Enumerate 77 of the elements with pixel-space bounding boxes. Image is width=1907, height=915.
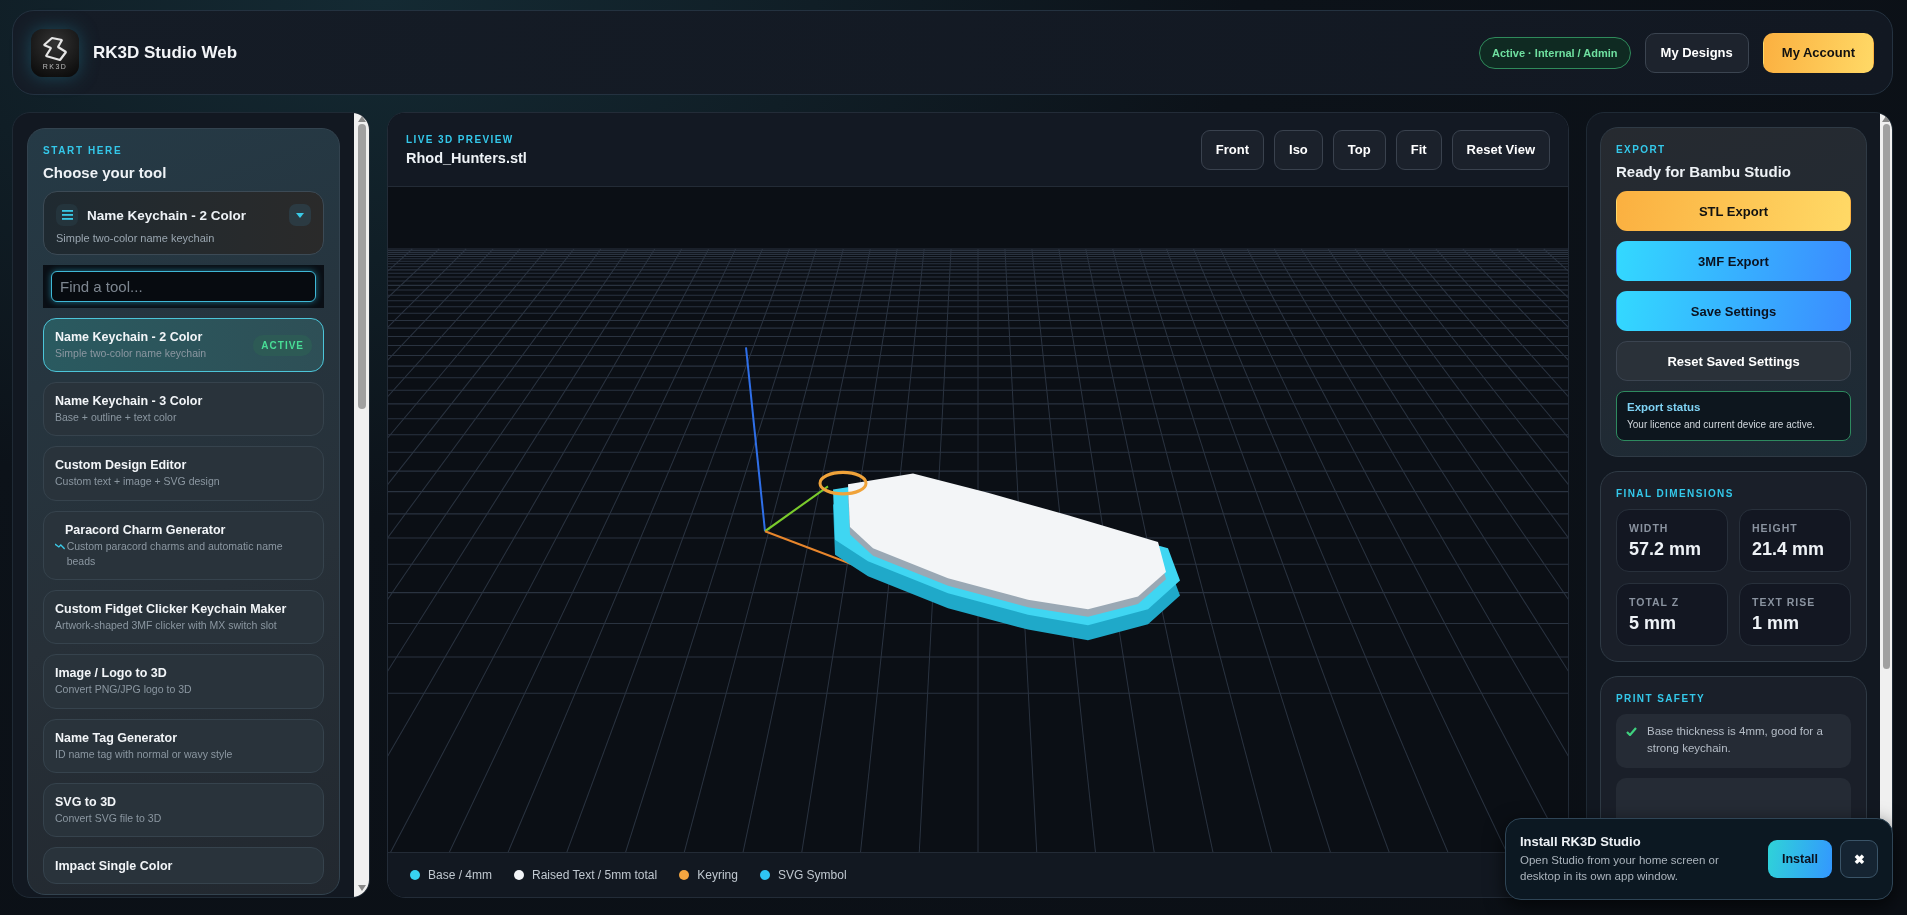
- tool-item[interactable]: Name Keychain - 3 Color Base + outline + text color: [43, 382, 324, 437]
- install-title: Install RK3D Studio: [1520, 834, 1642, 849]
- tool-item[interactable]: Custom Fidget Clicker Keychain Maker Artwork-shaped 3MF clicker with MX switch slot: [43, 590, 324, 645]
- designs-button[interactable]: My Designs: [1644, 32, 1749, 73]
- tool-item[interactable]: Impact Single Color: [43, 846, 324, 884]
- tool-description: Simple two-color name keychain: [55, 346, 208, 361]
- stat-value: 57.2 mm: [1629, 539, 1703, 560]
- selected-tool-description: Simple two-color name keychain: [56, 232, 216, 244]
- tool-name: SVG to 3D: [55, 794, 118, 809]
- export-button[interactable]: 3MF Export: [1616, 241, 1851, 281]
- tool-name: Name Tag Generator: [55, 730, 179, 745]
- tool-description: Convert PNG/JPG logo to 3D: [55, 682, 193, 698]
- section-title: Choose your tool: [43, 164, 168, 181]
- install-message: Open Studio from your home screen or desktop in its own app window.: [1520, 853, 1720, 884]
- tool-item[interactable]: Name Tag Generator ID name tag with normal or wavy style: [43, 718, 324, 773]
- tool-selector[interactable]: Name Keychain - 2 Color Simple two-color name keychain: [43, 191, 324, 255]
- tool-description: Convert SVG file to 3D: [55, 810, 163, 826]
- section-eyebrow: START HERE: [43, 145, 124, 156]
- install-button[interactable]: Install: [1768, 840, 1832, 878]
- export-button[interactable]: STL Export: [1616, 191, 1851, 231]
- caret-icon: [296, 212, 304, 218]
- stat-label: WIDTH: [1629, 522, 1670, 534]
- section-eyebrow: EXPORT: [1616, 144, 1667, 155]
- view-button[interactable]: Front: [1200, 129, 1265, 170]
- active-badge: ACTIVE: [253, 335, 312, 357]
- dropdown-button[interactable]: [289, 204, 311, 226]
- tool-name: Custom Design Editor: [55, 458, 188, 473]
- tool-description: ID name tag with normal or wavy style: [55, 746, 234, 762]
- stat-label: TOTAL Z: [1629, 596, 1681, 608]
- tool-item[interactable]: Paracord Charm Generator Custom paracord charms and automatic name beads: [43, 510, 324, 581]
- view-button[interactable]: Top: [1332, 129, 1386, 170]
- close-button[interactable]: ✖: [1840, 840, 1878, 878]
- tool-item[interactable]: SVG to 3D Convert SVG file to 3D: [43, 782, 324, 837]
- tool-name: Paracord Charm Generator: [64, 522, 227, 537]
- legend-label: Base / 4mm: [428, 868, 493, 882]
- check-icon: [1626, 727, 1637, 736]
- view-button[interactable]: Reset View: [1451, 129, 1550, 170]
- stat-label: TEXT RISE: [1752, 596, 1817, 608]
- tool-description: Custom text + image + SVG design: [55, 474, 221, 490]
- tool-name: Image / Logo to 3D: [55, 666, 168, 681]
- stat-label: HEIGHT: [1752, 522, 1799, 534]
- status-badge: Active · Internal / Admin: [1479, 36, 1631, 69]
- tool-item[interactable]: Custom Design Editor Custom text + image + SVG design: [43, 446, 324, 501]
- legend-label: SVG Symbol: [777, 868, 847, 882]
- stat-value: 21.4 mm: [1752, 539, 1826, 560]
- legend-label: Keyring: [697, 868, 738, 882]
- reset-button[interactable]: Reset Saved Settings: [1616, 341, 1851, 381]
- tool-description: Base + outline + text color: [55, 410, 178, 426]
- file-name: Rhod_Hunters.stl: [406, 149, 528, 166]
- tool-name: Name Keychain - 3 Color: [55, 394, 204, 409]
- view-button[interactable]: Iso: [1274, 129, 1323, 170]
- status-title: Export status: [1627, 401, 1702, 413]
- account-button[interactable]: My Account: [1762, 32, 1874, 73]
- app-title: RK3D Studio Web: [93, 42, 238, 63]
- tool-item[interactable]: Name Keychain - 2 Color ACTIVE Simple two-color name keychain: [43, 318, 324, 373]
- section-eyebrow: FINAL DIMENSIONS: [1616, 488, 1735, 499]
- stat-value: 5 mm: [1629, 613, 1678, 634]
- tool-description: Custom paracord charms and automatic name beads: [66, 538, 284, 569]
- menu-icon: [61, 210, 73, 220]
- logo-mark-icon: [40, 35, 70, 62]
- export-button[interactable]: Save Settings: [1616, 291, 1851, 331]
- view-button[interactable]: Fit: [1395, 129, 1442, 170]
- legend-label: Raised Text / 5mm total: [532, 868, 658, 882]
- section-eyebrow: PRINT SAFETY: [1616, 693, 1707, 704]
- section-eyebrow: LIVE 3D PREVIEW: [406, 133, 515, 145]
- tool-item[interactable]: Image / Logo to 3D Convert PNG/JPG logo to 3D: [43, 654, 324, 709]
- safety-text: Base thickness is 4mm, good for a strong keychain.: [1647, 724, 1824, 757]
- tool-description: Artwork-shaped 3MF clicker with MX switch slot: [55, 618, 278, 634]
- stat-value: 1 mm: [1752, 613, 1801, 634]
- tool-name: Impact Single Color: [55, 858, 174, 873]
- status-message: Your licence and current device are active.: [1627, 419, 1817, 430]
- selected-tool-name: Name Keychain - 2 Color: [87, 207, 248, 223]
- section-title: Ready for Bambu Studio: [1616, 163, 1792, 180]
- tool-name: Custom Fidget Clicker Keychain Maker: [55, 602, 288, 617]
- scrollbar[interactable]: [354, 113, 369, 897]
- search-field[interactable]: Find a tool...: [51, 271, 316, 302]
- tool-name: Name Keychain - 2 Color: [55, 330, 204, 344]
